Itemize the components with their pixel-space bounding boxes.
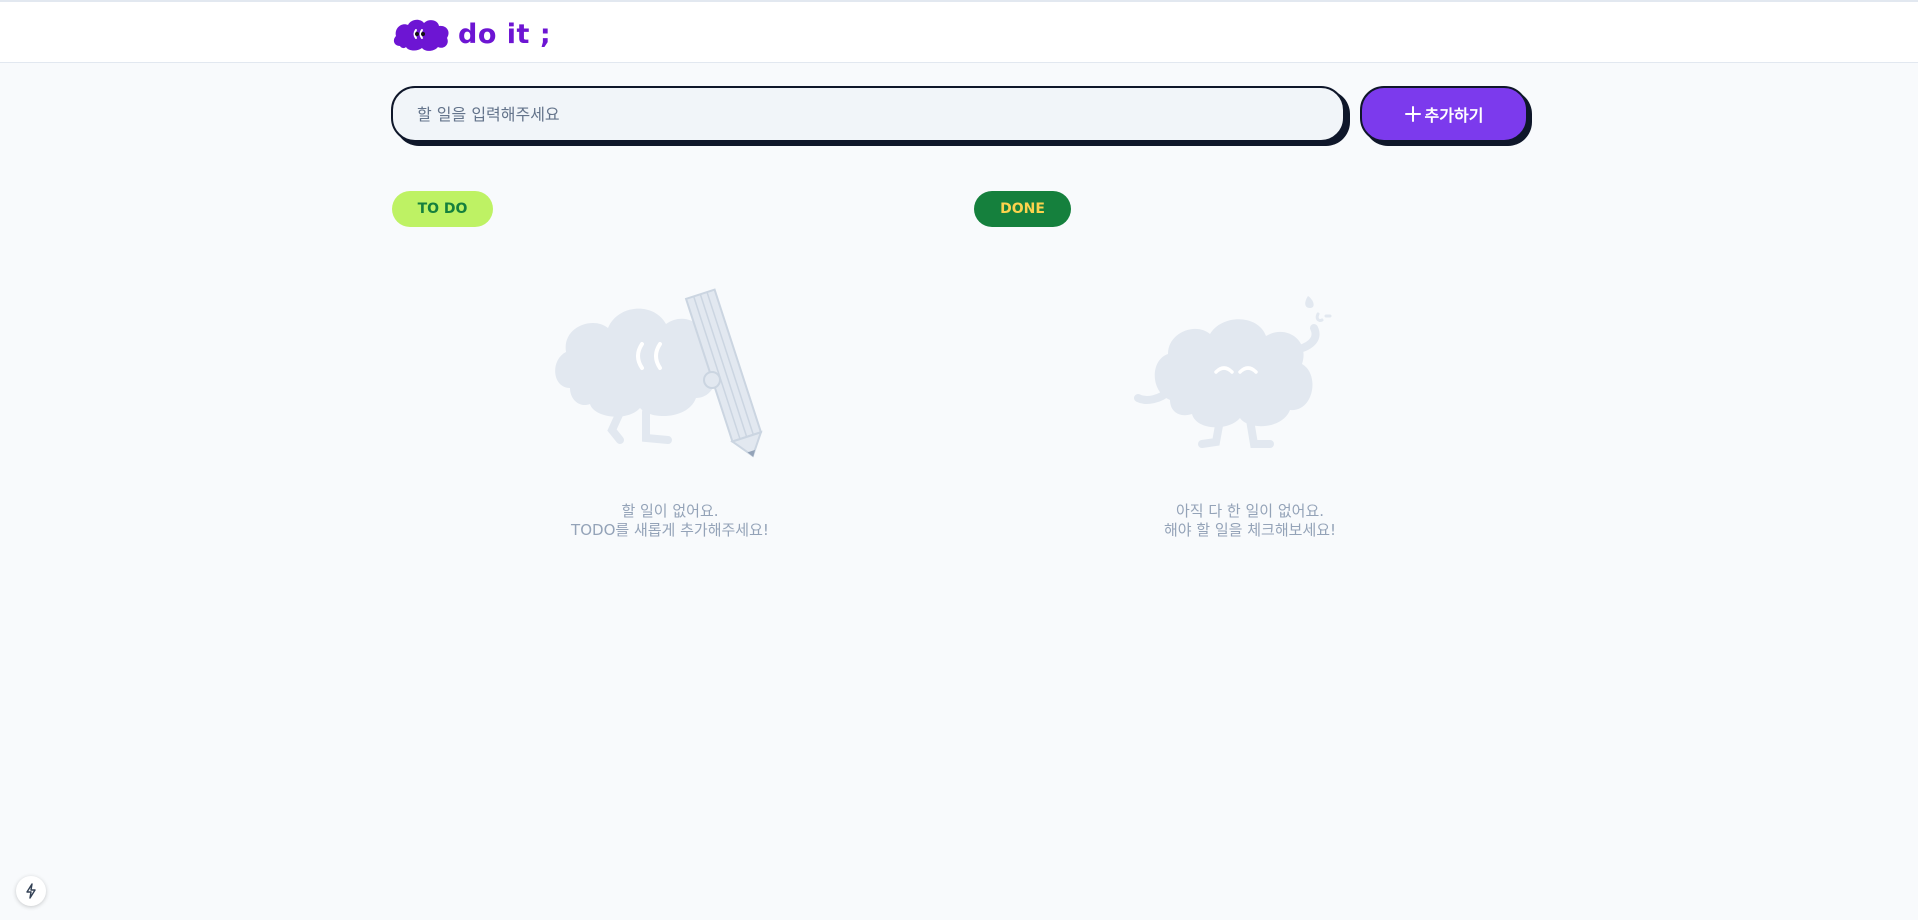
todo-input-container: [391, 86, 1350, 146]
dev-tools-button[interactable]: [16, 876, 46, 906]
todo-empty-line1: 할 일이 없어요.: [621, 502, 719, 520]
done-empty-line1: 아직 다 한 일이 없어요.: [1175, 502, 1325, 520]
logo[interactable]: do it ;: [392, 15, 551, 53]
todo-empty-state: 할 일이 없어요. TODO를 새롭게 추가해주세요!: [470, 280, 870, 540]
done-empty-state: 아직 다 한 일이 없어요. 해야 할 일을 체크해보세요!: [1050, 280, 1450, 540]
done-empty-line2: 해야 할 일을 체크해보세요!: [1163, 521, 1337, 539]
done-badge: DONE: [974, 191, 1071, 227]
cloud-sweating-illustration: [1134, 296, 1332, 448]
todo-input[interactable]: [391, 86, 1345, 142]
cloud-logo-icon: [393, 19, 449, 51]
todo-badge: TO DO: [392, 191, 493, 227]
cloud-with-pencil-illustration: [555, 288, 763, 458]
todo-empty-line2: TODO를 새롭게 추가해주세요!: [571, 521, 769, 539]
logo-text: do it ;: [458, 18, 552, 50]
lightning-icon: [26, 883, 36, 899]
add-button-label: 추가하기: [1424, 106, 1484, 125]
top-bar: do it ;: [0, 0, 1918, 63]
add-button-container: 추가하기: [1360, 86, 1532, 146]
add-button[interactable]: 추가하기: [1360, 86, 1528, 142]
plus-icon: [1404, 106, 1421, 122]
